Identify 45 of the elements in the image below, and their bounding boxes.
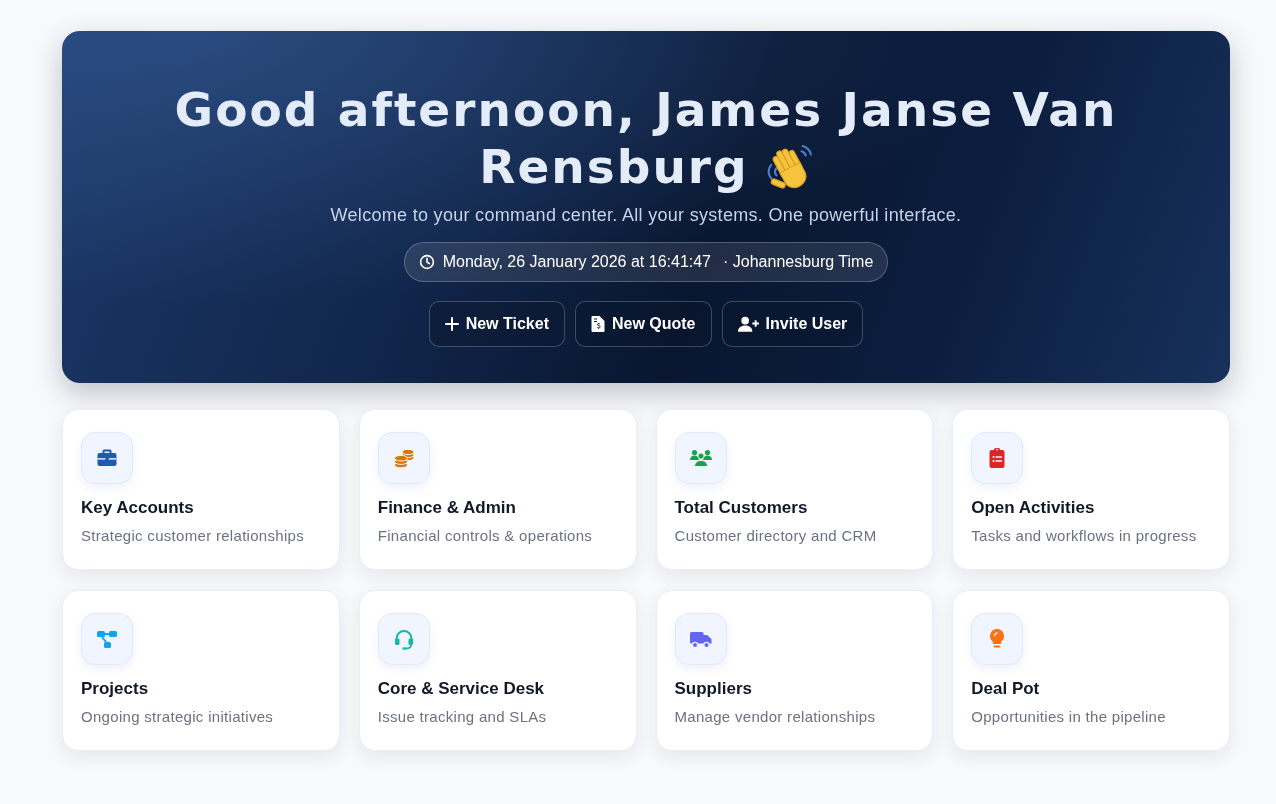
card-title: Open Activities xyxy=(971,497,1095,519)
card-title: Key Accounts xyxy=(81,497,194,519)
briefcase-icon xyxy=(81,432,133,484)
card-title: Deal Pot xyxy=(971,678,1040,700)
diagram-icon xyxy=(81,613,133,665)
lightbulb-icon xyxy=(971,613,1024,665)
document-icon xyxy=(590,316,605,332)
module-card[interactable]: Suppliers Manage vendor relationships xyxy=(655,590,934,751)
coins-icon xyxy=(377,432,430,484)
card-description: Opportunities in the pipeline xyxy=(971,707,1166,727)
card-title: Projects xyxy=(81,678,149,700)
users-icon xyxy=(674,432,727,484)
module-card[interactable]: Finance & Admin Financial controls & operations xyxy=(358,409,637,570)
module-card[interactable]: Total Customers Customer directory and CRM xyxy=(655,409,934,570)
card-title: Suppliers xyxy=(674,678,752,700)
module-card[interactable]: Open Activities Tasks and workflows in progress xyxy=(952,409,1230,570)
module-card[interactable]: Key Accounts Strategic customer relationships xyxy=(62,409,340,570)
module-card[interactable]: Projects Ongoing strategic initiatives xyxy=(62,590,340,751)
new-ticket-button[interactable]: New Ticket xyxy=(428,301,565,347)
card-description: Financial controls & operations xyxy=(377,526,593,546)
card-description: Issue tracking and SLAs xyxy=(377,707,547,727)
card-description: Ongoing strategic initiatives xyxy=(81,707,274,727)
invite-user-button[interactable]: Invite User xyxy=(721,301,864,347)
new-quote-button[interactable]: New Quote xyxy=(574,301,712,347)
timezone-text: · Johannesburg Time xyxy=(723,253,874,271)
clock-icon xyxy=(418,254,435,270)
welcome-subtitle: Welcome to your command center. All your systems. One powerful interface. xyxy=(330,204,962,227)
card-description: Customer directory and CRM xyxy=(674,526,877,546)
clipboard-list-icon xyxy=(971,432,1024,484)
user-plus-icon xyxy=(737,316,759,332)
card-description: Manage vendor relationships xyxy=(674,707,876,727)
card-title: Core & Service Desk xyxy=(377,678,545,700)
card-description: Tasks and workflows in progress xyxy=(971,526,1197,546)
truck-icon xyxy=(674,613,727,665)
module-card[interactable]: Core & Service Desk Issue tracking and SLAs xyxy=(358,590,637,751)
module-card[interactable]: Deal Pot Opportunities in the pipeline xyxy=(952,590,1230,751)
card-title: Finance & Admin xyxy=(377,497,516,519)
headset-icon xyxy=(377,613,430,665)
datetime-text: Monday, 26 January 2026 at 16:41:47 xyxy=(442,253,711,271)
waving-hand-icon xyxy=(766,143,813,190)
greeting-title: Rensburg xyxy=(479,138,749,195)
card-description: Strategic customer relationships xyxy=(81,526,305,546)
greeting-title: Good afternoon, James Janse Van xyxy=(174,81,1118,138)
card-title: Total Customers xyxy=(674,497,808,519)
plus-icon xyxy=(444,316,459,332)
